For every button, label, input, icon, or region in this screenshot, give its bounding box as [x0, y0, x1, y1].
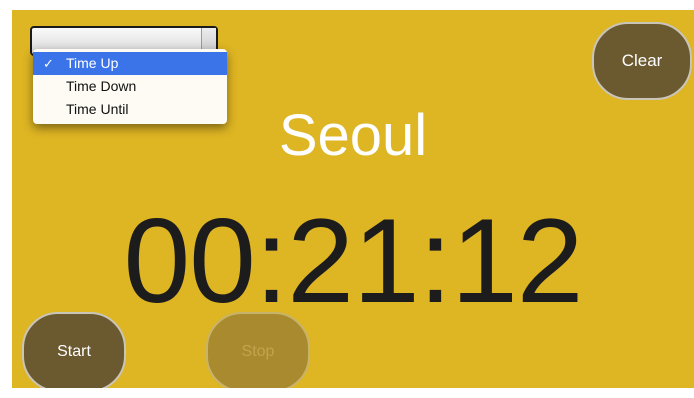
start-button[interactable]: Start	[22, 312, 126, 388]
timer-display: 00:21:12	[123, 194, 583, 328]
mode-select[interactable]: ✓ Time Up Time Down Time Until	[30, 26, 227, 124]
menu-item-time-up[interactable]: ✓ Time Up	[33, 52, 227, 75]
timer-app: ✓ Time Up Time Down Time Until Clear Seo…	[12, 10, 694, 388]
menu-item-time-until[interactable]: Time Until	[33, 98, 227, 121]
mode-dropdown-menu: ✓ Time Up Time Down Time Until	[33, 49, 227, 124]
menu-item-label: Time Down	[66, 78, 137, 94]
menu-item-label: Time Up	[66, 55, 119, 71]
menu-item-time-down[interactable]: Time Down	[33, 75, 227, 98]
menu-item-label: Time Until	[66, 101, 129, 117]
clear-button[interactable]: Clear	[592, 22, 692, 100]
stop-button: Stop	[206, 312, 310, 388]
checkmark-icon: ✓	[43, 56, 54, 71]
